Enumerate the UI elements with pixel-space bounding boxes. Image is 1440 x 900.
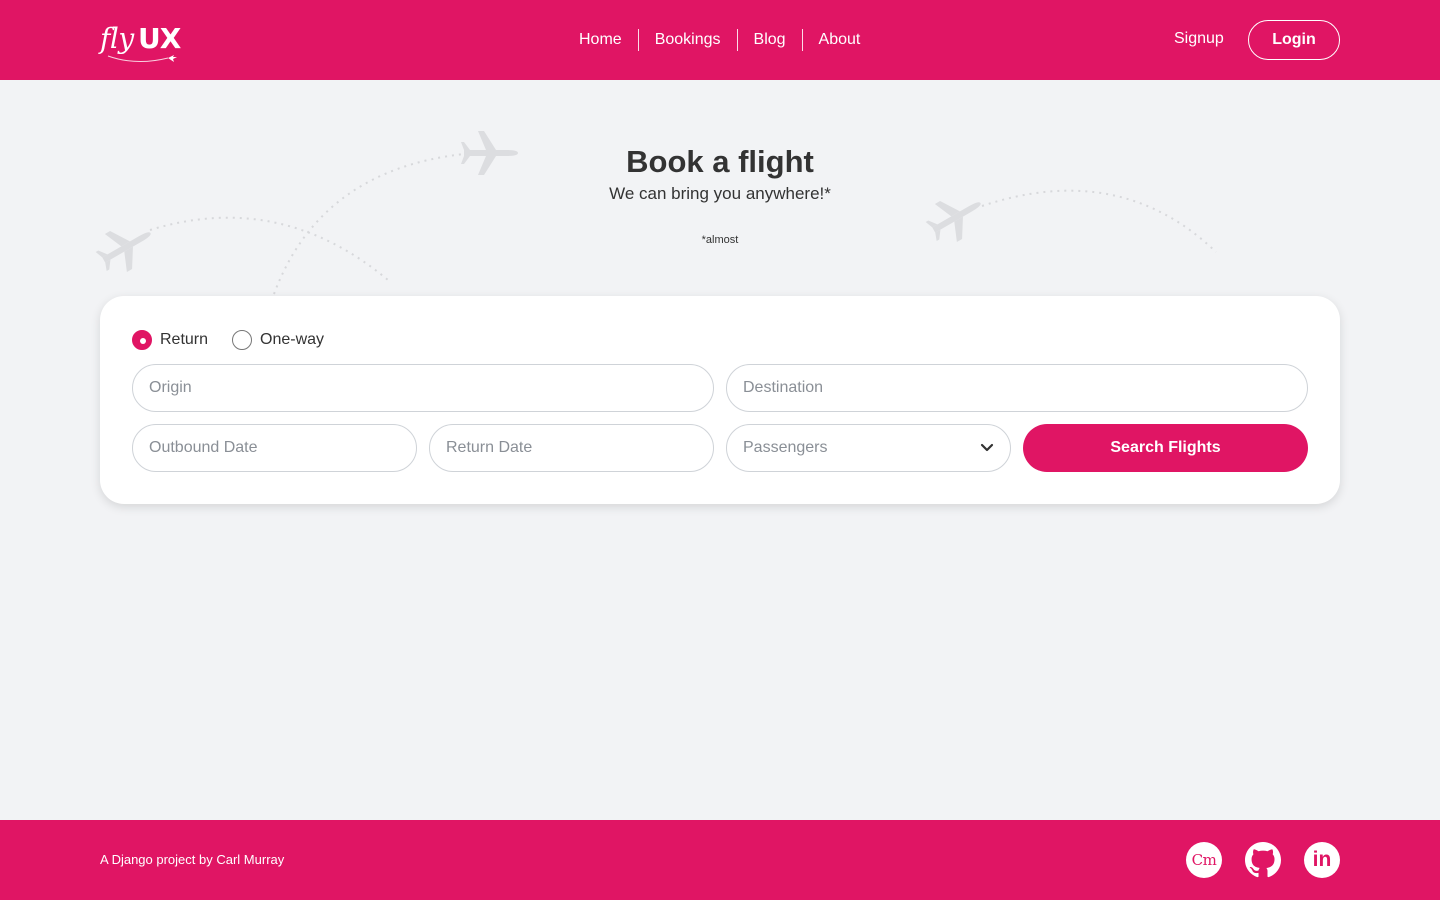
- radio-one-way[interactable]: [232, 330, 253, 350]
- linkedin-link[interactable]: in: [1304, 842, 1340, 878]
- github-icon: [1245, 842, 1281, 878]
- logo-fly-text: fly: [100, 22, 134, 55]
- origin-input[interactable]: [132, 364, 714, 412]
- trip-type-group: Return One-way: [132, 330, 348, 350]
- trip-type-label: One-way: [260, 331, 325, 348]
- author-link[interactable]: Carl Murray: [216, 852, 284, 867]
- cm-logo-link[interactable]: Cm: [1186, 842, 1222, 878]
- return-date-input[interactable]: [429, 424, 714, 472]
- destination-input[interactable]: [726, 364, 1308, 412]
- search-flights-button[interactable]: Search Flights: [1023, 424, 1308, 472]
- nav-home[interactable]: Home: [563, 29, 638, 51]
- chevron-down-icon: [980, 443, 994, 452]
- nav-about[interactable]: About: [803, 29, 877, 51]
- trip-type-one-way[interactable]: One-way: [232, 330, 324, 350]
- logo-ux-text: UX: [138, 22, 181, 55]
- logo-link[interactable]: fly UX: [100, 18, 184, 70]
- radio-return[interactable]: [132, 330, 152, 350]
- nav-bookings[interactable]: Bookings: [639, 29, 737, 51]
- header: fly UX Home Bookings Blog About Signup L…: [0, 0, 1440, 80]
- page-title: Book a flight: [626, 144, 814, 179]
- trip-type-label: Return: [160, 331, 209, 348]
- trip-type-return[interactable]: Return: [132, 330, 208, 350]
- footer: A Django project by Carl Murray Cm in: [0, 820, 1440, 900]
- nav-blog[interactable]: Blog: [738, 29, 802, 51]
- signup-link[interactable]: Signup: [1174, 30, 1224, 48]
- outbound-date-input[interactable]: [132, 424, 417, 472]
- passengers-placeholder: Passengers: [743, 439, 828, 456]
- logo-plane-icon: [107, 55, 177, 62]
- plane-icon-left: [95, 230, 151, 273]
- passengers-select[interactable]: Passengers: [726, 424, 1011, 472]
- flight-search-card: Return One-way Passengers Search Flights: [100, 296, 1340, 504]
- footer-credit-prefix: A Django project by: [100, 852, 213, 867]
- login-button[interactable]: Login: [1248, 20, 1340, 60]
- cm-logo-icon: Cm: [1191, 851, 1217, 869]
- hero-footnote: *almost: [701, 234, 739, 246]
- hero-subtitle: We can bring you anywhere!*: [609, 184, 831, 203]
- github-link[interactable]: [1245, 842, 1281, 878]
- footer-credit: A Django project by Carl Murray: [100, 852, 284, 867]
- linkedin-icon: in: [1312, 848, 1332, 871]
- main-nav: Home Bookings Blog About: [563, 28, 876, 52]
